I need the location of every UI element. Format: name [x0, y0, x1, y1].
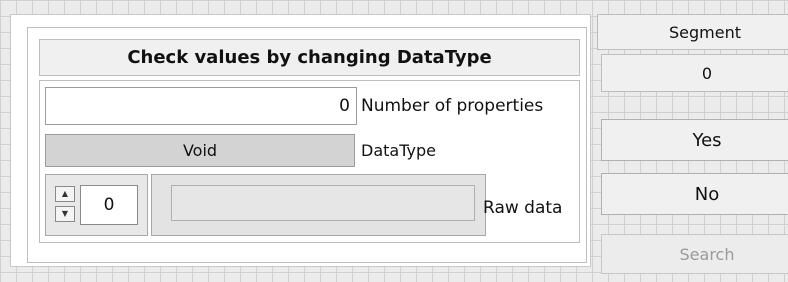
raw-data-label: Raw data: [483, 198, 563, 218]
increment-icon[interactable]: ▲: [55, 186, 75, 202]
yes-button[interactable]: Yes: [601, 119, 788, 161]
search-button[interactable]: Search: [601, 234, 788, 274]
segment-value: 0: [601, 54, 788, 92]
segment-label: Segment: [597, 14, 788, 50]
datatype-label: DataType: [361, 141, 436, 160]
no-button[interactable]: No: [601, 173, 788, 215]
number-of-properties-label: Number of properties: [361, 96, 544, 116]
raw-data-index-input[interactable]: 0: [80, 185, 138, 225]
number-of-properties-indicator: 0: [45, 87, 357, 125]
datatype-indicator: Void: [45, 134, 355, 167]
raw-data-field: [171, 185, 475, 221]
decrement-icon[interactable]: ▼: [55, 206, 75, 222]
panel-title: Check values by changing DataType: [39, 39, 580, 76]
